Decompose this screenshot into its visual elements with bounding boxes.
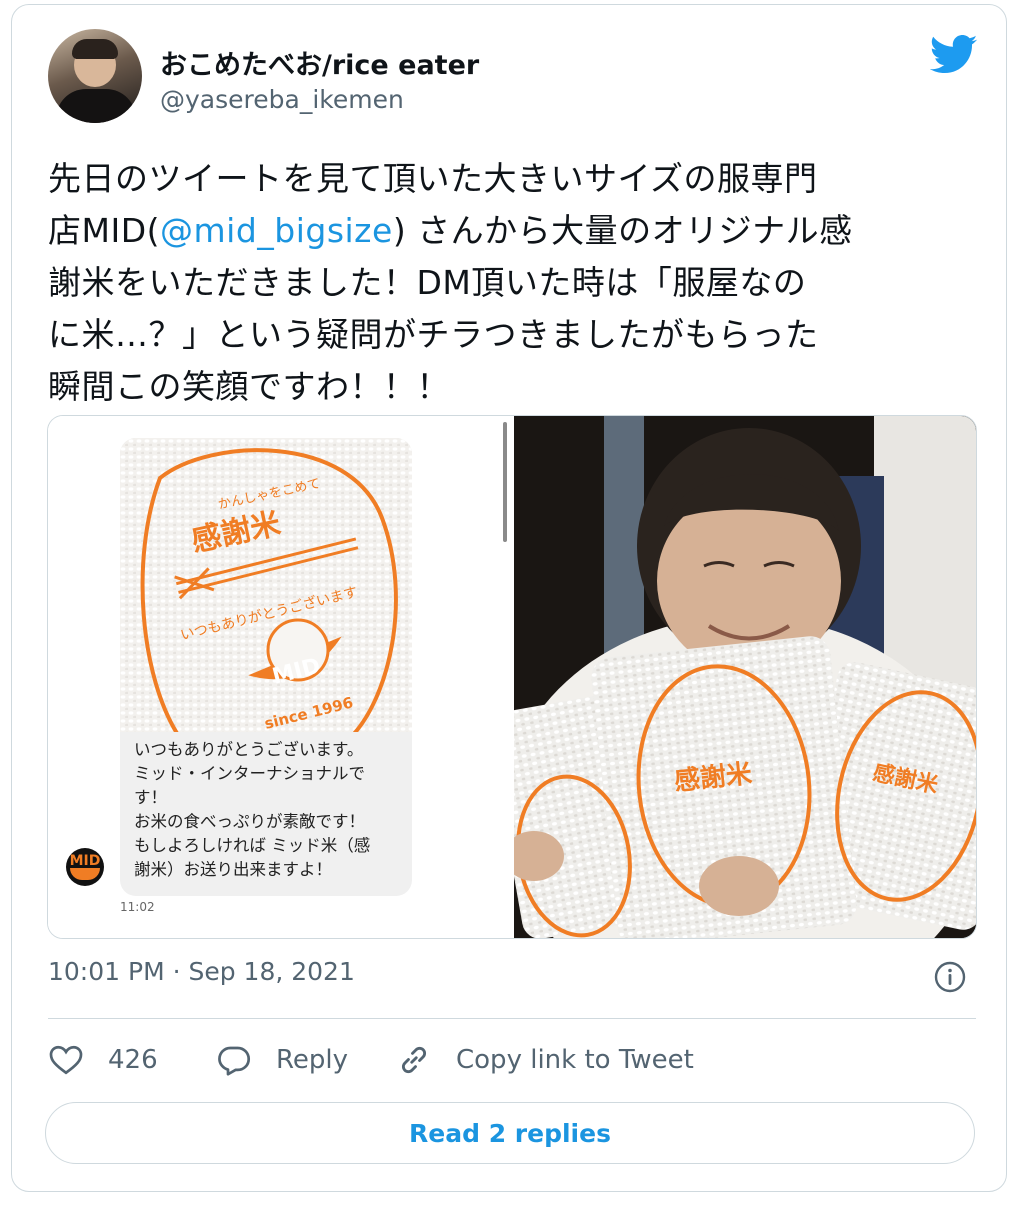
tweet-timestamp[interactable]: 10:01 PM · Sep 18, 2021: [48, 957, 355, 986]
mention-link[interactable]: @mid_bigsize: [160, 211, 393, 250]
like-count: 426: [108, 1045, 158, 1075]
tweet-text: 先日のツイートを見て頂いた大きいサイズの服専門 店MID(@mid_bigsiz…: [48, 153, 968, 413]
dm-message-bubble: かんしゃをこめて 感謝米 いつもありがとうございます MID since 199: [120, 438, 412, 896]
read-replies-button[interactable]: Read 2 replies: [45, 1102, 975, 1164]
dm-message-line: いつもありがとうございます。: [134, 740, 364, 759]
dm-message-line: ミッド・インターナショナルで: [134, 764, 365, 783]
read-replies-label: Read 2 replies: [409, 1118, 611, 1148]
dm-scrollbar: [503, 422, 507, 542]
tweet-text-segment: ) さんから大量のオリジナル感: [392, 211, 853, 250]
tweet-card: おこめたべお/rice eater @yasereba_ikemen 先日のツイ…: [11, 4, 1007, 1192]
author-display-name[interactable]: おこめたべお/rice eater: [160, 43, 479, 82]
heart-icon: [49, 1045, 83, 1075]
dm-screenshot-image[interactable]: かんしゃをこめて 感謝米 いつもありがとうございます MID since 199: [48, 416, 511, 938]
tweet-text-line: 謝米をいただきました！DM頂いた時は「服屋なの: [48, 263, 807, 302]
author-avatar[interactable]: [48, 29, 142, 123]
tweet-text-segment: 店MID(: [48, 211, 160, 250]
info-icon[interactable]: [934, 961, 966, 993]
dm-timestamp: 11:02: [120, 900, 155, 914]
twitter-bird-icon[interactable]: [930, 35, 978, 75]
dm-message-line: もしよろしければ ミッド米（感: [134, 836, 371, 855]
tweet-text-line: 先日のツイートを見て頂いた大きいサイズの服専門: [48, 159, 818, 198]
dm-message-line: お米の食べっぷりが素敵です！: [134, 812, 365, 831]
link-icon: [401, 1046, 427, 1074]
copy-link-label: Copy link to Tweet: [456, 1045, 694, 1075]
reply-button[interactable]: Reply: [216, 1035, 348, 1085]
tweet-media[interactable]: かんしゃをこめて 感謝米 いつもありがとうございます MID since 199: [47, 415, 977, 939]
rice-bag-photo: かんしゃをこめて 感謝米 いつもありがとうございます MID since 199: [120, 438, 412, 740]
copy-link-button[interactable]: Copy link to Tweet: [396, 1035, 694, 1085]
dm-message-text: いつもありがとうございます。 ミッド・インターナショナルで す！ お米の食べっぷ…: [134, 738, 404, 882]
divider: [48, 1018, 976, 1019]
tweet-text-line: に米…？」という疑問がチラつきましたがもらった: [48, 315, 819, 354]
reply-bubble-icon: [218, 1046, 251, 1076]
sender-logo-text: MID: [69, 853, 101, 869]
dm-message-line: 謝米）お送り出来ますよ！: [134, 860, 332, 879]
author-handle[interactable]: @yasereba_ikemen: [160, 85, 404, 114]
sender-logo: MID: [66, 848, 104, 886]
like-button[interactable]: 426: [48, 1035, 158, 1085]
dm-message-line: す！: [134, 788, 167, 807]
tweet-text-line: 瞬間この笑顔ですわ！！！: [48, 367, 450, 406]
tweet-text-line: 店MID(@mid_bigsize) さんから大量のオリジナル感: [48, 205, 968, 257]
person-with-rice-photo[interactable]: 感謝米 感謝米: [488, 416, 976, 938]
reply-label: Reply: [276, 1045, 349, 1075]
